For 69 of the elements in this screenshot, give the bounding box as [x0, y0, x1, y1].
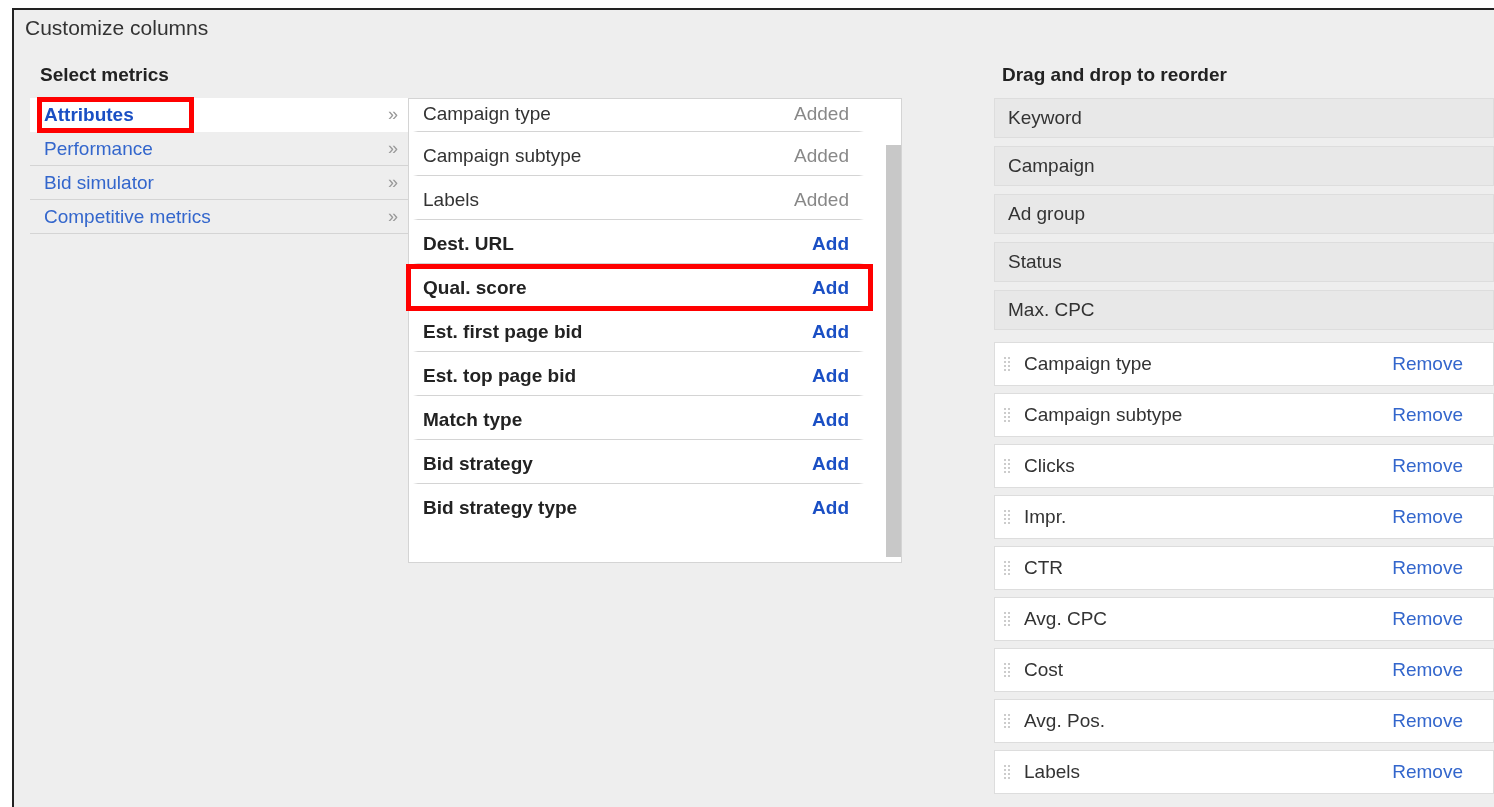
- remove-link[interactable]: Remove: [1392, 761, 1463, 783]
- add-link[interactable]: Add: [812, 276, 849, 299]
- column-label: Campaign subtype: [1024, 404, 1184, 426]
- column-label: Campaign type: [1024, 353, 1153, 375]
- column-item[interactable]: Clicks Remove: [994, 444, 1494, 488]
- metric-label: Campaign subtype: [423, 144, 582, 167]
- window-title: Customize columns: [24, 15, 209, 40]
- remove-link[interactable]: Remove: [1392, 404, 1463, 426]
- fixed-column-item: Campaign: [994, 146, 1494, 186]
- category-item[interactable]: Performance »: [30, 132, 408, 166]
- section-heading: Select metrics: [40, 64, 169, 86]
- column-label: CTR: [1024, 557, 1065, 579]
- remove-link[interactable]: Remove: [1392, 659, 1463, 681]
- column-label: Labels: [1024, 761, 1081, 783]
- column-label: Avg. Pos.: [1024, 710, 1106, 732]
- drag-handle-icon[interactable]: [1004, 458, 1010, 474]
- metric-label: Labels: [423, 188, 479, 211]
- fixed-column-item: Status: [994, 242, 1494, 282]
- column-item[interactable]: Avg. CPC Remove: [994, 597, 1494, 641]
- column-item[interactable]: CTR Remove: [994, 546, 1494, 590]
- column-item[interactable]: Campaign subtype Remove: [994, 393, 1494, 437]
- remove-link[interactable]: Remove: [1392, 506, 1463, 528]
- drag-handle-icon[interactable]: [1004, 764, 1010, 780]
- column-label: Avg. CPC: [1024, 608, 1109, 630]
- column-label: Impr.: [1024, 506, 1068, 528]
- drag-handle-icon[interactable]: [1004, 407, 1010, 423]
- column-item[interactable]: Cost Remove: [994, 648, 1494, 692]
- added-status: Added: [794, 103, 849, 125]
- fixed-column-item: Ad group: [994, 194, 1494, 234]
- metric-label: Campaign type: [423, 103, 551, 125]
- category-item[interactable]: Competitive metrics »: [30, 200, 408, 234]
- drag-handle-icon[interactable]: [1004, 662, 1010, 678]
- drag-handle-icon[interactable]: [1004, 356, 1010, 372]
- remove-link[interactable]: Remove: [1392, 710, 1463, 732]
- add-link[interactable]: Add: [812, 496, 849, 519]
- column-label: Clicks: [1024, 455, 1076, 477]
- drag-handle-icon[interactable]: [1004, 713, 1010, 729]
- metric-label: Bid strategy type: [423, 496, 578, 519]
- metric-label: Match type: [423, 408, 523, 431]
- column-label: Cost: [1024, 659, 1065, 681]
- column-item[interactable]: Campaign type Remove: [994, 342, 1494, 386]
- category-item[interactable]: Attributes »: [30, 98, 408, 132]
- metric-label: Dest. URL: [423, 232, 514, 255]
- drag-handle-icon[interactable]: [1004, 611, 1010, 627]
- section-heading: Drag and drop to reorder: [1002, 64, 1227, 86]
- remove-link[interactable]: Remove: [1392, 455, 1463, 477]
- column-item[interactable]: Avg. Pos. Remove: [994, 699, 1494, 743]
- add-link[interactable]: Add: [812, 452, 849, 475]
- drag-handle-icon[interactable]: [1004, 509, 1010, 525]
- metric-label: Est. top page bid: [423, 364, 577, 387]
- metric-label: Qual. score: [423, 276, 527, 299]
- add-link[interactable]: Add: [812, 408, 849, 431]
- metric-label: Bid strategy: [423, 452, 533, 475]
- category-item[interactable]: Bid simulator »: [30, 166, 408, 200]
- fixed-column-item: Max. CPC: [994, 290, 1494, 330]
- add-link[interactable]: Add: [812, 232, 849, 255]
- metric-label: Est. first page bid: [423, 320, 583, 343]
- remove-link[interactable]: Remove: [1392, 353, 1463, 375]
- add-link[interactable]: Add: [812, 364, 849, 387]
- column-item[interactable]: Impr. Remove: [994, 495, 1494, 539]
- remove-link[interactable]: Remove: [1392, 557, 1463, 579]
- add-link[interactable]: Add: [812, 320, 849, 343]
- fixed-column-item: Keyword: [994, 98, 1494, 138]
- added-status: Added: [794, 144, 849, 167]
- column-item[interactable]: Labels Remove: [994, 750, 1494, 794]
- drag-handle-icon[interactable]: [1004, 560, 1010, 576]
- scrollbar-thumb[interactable]: [886, 145, 901, 557]
- remove-link[interactable]: Remove: [1392, 608, 1463, 630]
- added-status: Added: [794, 188, 849, 211]
